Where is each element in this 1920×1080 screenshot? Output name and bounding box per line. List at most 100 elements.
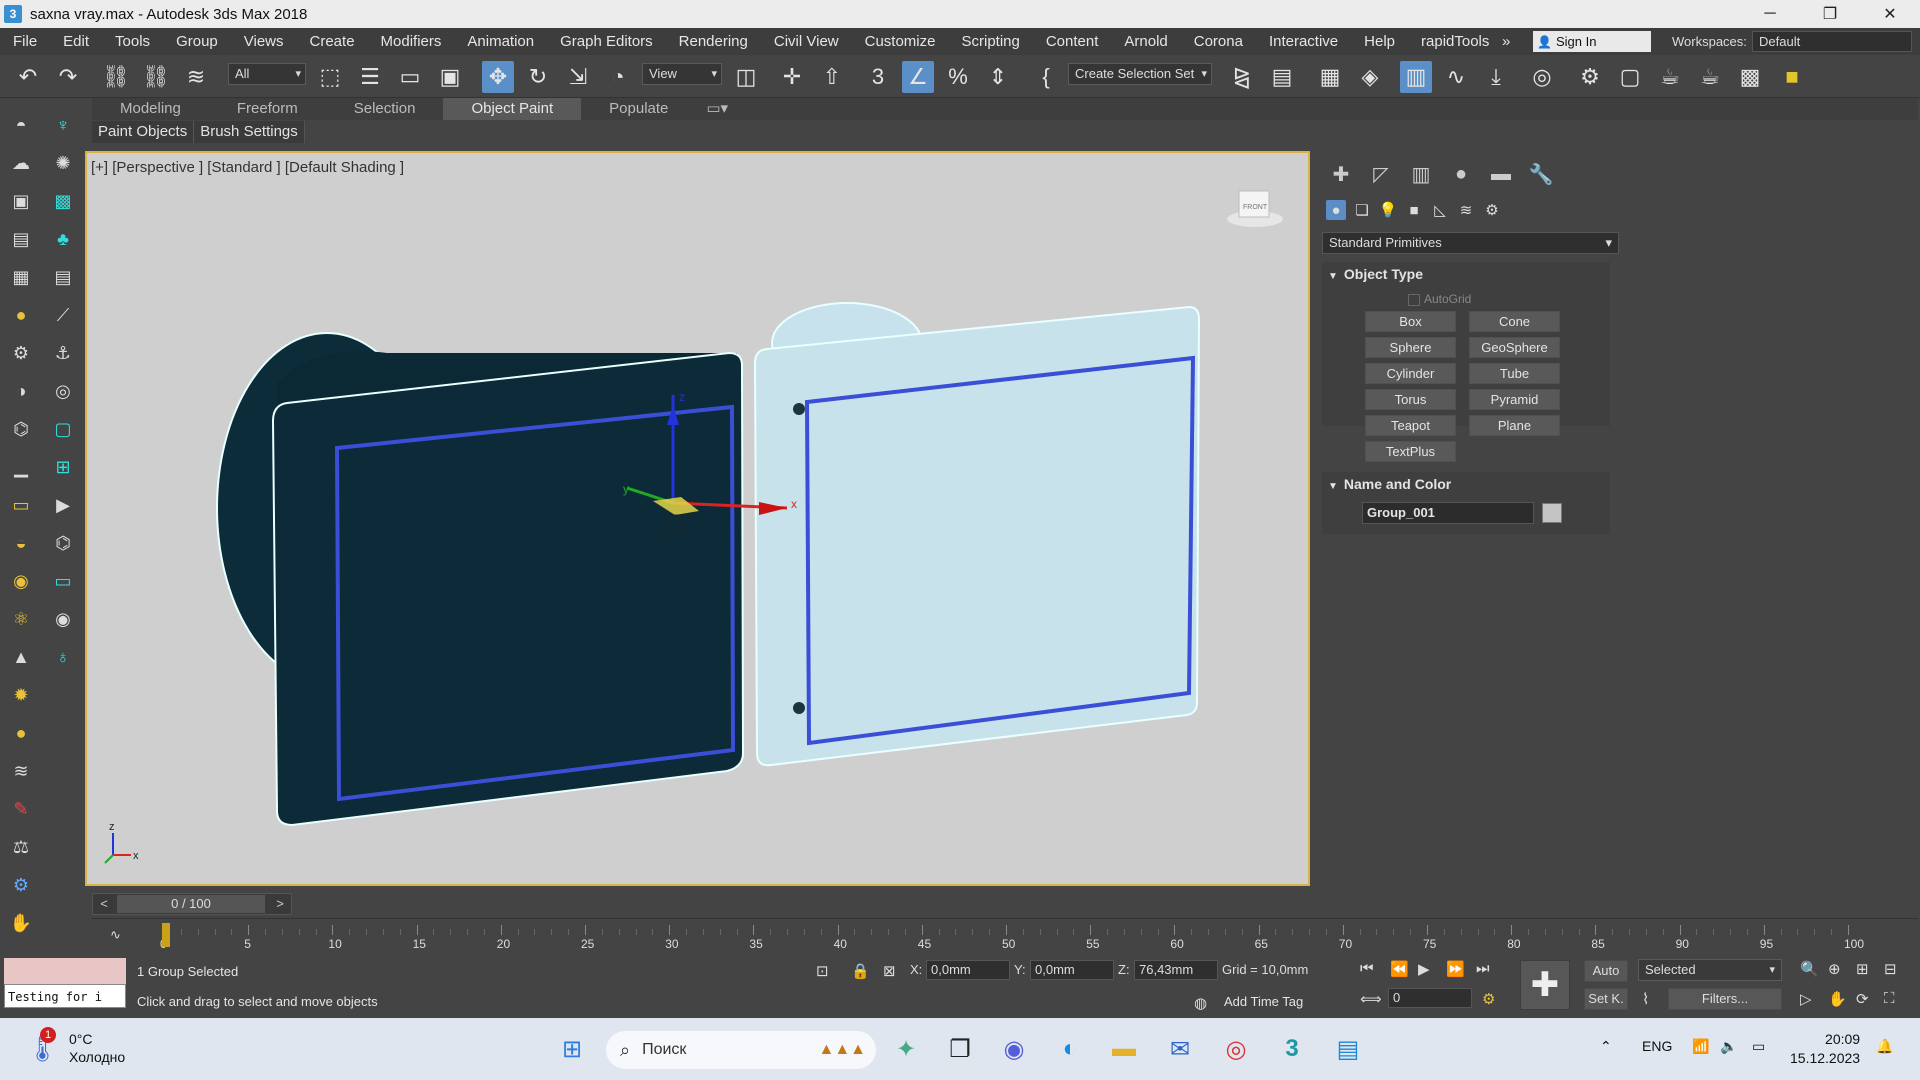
maxscript-input[interactable]: Testing for i xyxy=(4,984,126,1008)
hair-icon[interactable]: ≋ xyxy=(8,758,34,784)
time-tag-icon[interactable]: ◍ xyxy=(1194,994,1207,1012)
sign-in-dropdown[interactable]: 👤 Sign In xyxy=(1533,31,1651,52)
pin-icon[interactable]: ⟋ xyxy=(50,302,76,328)
time-cursor[interactable] xyxy=(162,923,170,947)
set-key-big-icon[interactable]: ✚ xyxy=(1520,960,1570,1010)
create-selection-set-dropdown[interactable]: Create Selection Set xyxy=(1068,63,1212,85)
object-color-swatch[interactable] xyxy=(1542,503,1562,523)
zoom-extents-all-icon[interactable]: ⊟ xyxy=(1884,960,1897,978)
play-icon[interactable]: ▶ xyxy=(50,492,76,518)
material-ball-icon[interactable]: ● xyxy=(8,302,34,328)
cameras-icon[interactable]: ⌬ xyxy=(50,530,76,556)
zoom-extents-icon[interactable]: ⊞ xyxy=(1856,960,1869,978)
dome-icon[interactable]: ◒ xyxy=(8,530,34,556)
menu-civil-view[interactable]: Civil View xyxy=(761,28,852,55)
close-button[interactable]: ✕ xyxy=(1860,0,1920,28)
render-activeshade-icon[interactable]: ☕ xyxy=(1694,61,1726,93)
3dsmax-taskbar-icon[interactable]: 3 xyxy=(1274,1031,1310,1067)
helpers-icon[interactable]: ◺ xyxy=(1430,200,1450,220)
keyboard-shortcut-override-icon[interactable]: ⇧ xyxy=(816,61,848,93)
spacewarps-icon[interactable]: ≋ xyxy=(1456,200,1476,220)
object-name-field[interactable]: Group_001 xyxy=(1362,502,1534,524)
go-to-end-icon[interactable]: ⏭ xyxy=(1476,960,1490,977)
select-and-move-icon[interactable]: ✥ xyxy=(482,61,514,93)
menu-help[interactable]: Help xyxy=(1351,28,1408,55)
object-type-header[interactable]: ▼ Object Type xyxy=(1322,262,1610,286)
plane-button[interactable]: Plane xyxy=(1469,415,1560,436)
ball-icon[interactable]: ◉ xyxy=(8,568,34,594)
render-production-icon[interactable]: ☕ xyxy=(1654,61,1686,93)
selected-set-dropdown[interactable]: Selected xyxy=(1638,959,1782,981)
lock-icon[interactable]: 🔒 xyxy=(851,962,870,980)
play-icon[interactable]: ▶ xyxy=(1418,960,1430,978)
motion-tab-icon[interactable]: ● xyxy=(1448,161,1474,187)
light-camera-body[interactable] xyxy=(753,302,1201,767)
tree-icon[interactable]: ♣ xyxy=(50,226,76,252)
camera-icon[interactable]: ▩ xyxy=(50,188,76,214)
tab-selection[interactable]: Selection xyxy=(326,98,444,120)
redo-icon[interactable]: ↷ xyxy=(52,61,84,93)
cameras-icon[interactable]: ■ xyxy=(1404,200,1424,220)
go-to-start-icon[interactable]: ⏮ xyxy=(1360,960,1374,977)
render-setup-icon[interactable]: ⚙ xyxy=(1574,61,1606,93)
rectangular-selection-icon[interactable]: ▭ xyxy=(394,61,426,93)
previous-frame-icon[interactable]: ⏪ xyxy=(1390,960,1409,978)
set-key-button[interactable]: Set K. xyxy=(1584,988,1628,1010)
rotate-icon[interactable]: ◎ xyxy=(50,378,76,404)
key-filters-button[interactable]: Filters... xyxy=(1668,988,1782,1010)
select-object-icon[interactable]: ⬚ xyxy=(314,61,346,93)
task-view-icon[interactable]: ❐ xyxy=(942,1031,978,1067)
isolate-selection-icon[interactable]: ⊡ xyxy=(816,962,829,980)
next-frame-button[interactable]: > xyxy=(269,894,291,914)
current-frame-field[interactable]: 0 xyxy=(1388,988,1472,1008)
box-button[interactable]: Box xyxy=(1365,311,1456,332)
window-icon[interactable]: ▭ xyxy=(8,492,34,518)
name-and-color-header[interactable]: ▼ Name and Color xyxy=(1322,472,1610,496)
link-icon[interactable]: ⛓ xyxy=(100,61,132,93)
utilities-wrench-icon[interactable]: 🔧 xyxy=(1528,161,1554,187)
torus-button[interactable]: Torus xyxy=(1365,389,1456,410)
windows-start-icon[interactable]: ⊞ xyxy=(554,1031,590,1067)
bulb-icon[interactable]: ♁ xyxy=(50,644,76,670)
time-slider[interactable]: < 0 / 100 > xyxy=(92,893,292,915)
workspace-select[interactable]: Default xyxy=(1752,31,1912,52)
render-in-cloud-icon[interactable]: ▩ xyxy=(1734,61,1766,93)
maxscript-listener[interactable]: Testing for i xyxy=(4,958,126,1014)
sphere-button[interactable]: Sphere xyxy=(1365,337,1456,358)
settings-cog-icon[interactable]: ⚙ xyxy=(8,872,34,898)
copilot-icon[interactable]: ✦ xyxy=(888,1031,924,1067)
hierarchy-tab-icon[interactable]: ▥ xyxy=(1408,161,1434,187)
language-indicator[interactable]: ENG xyxy=(1642,1038,1672,1054)
ribbon-options-icon[interactable]: ▭▾ xyxy=(696,98,738,120)
wifi-icon[interactable]: 📶 xyxy=(1692,1038,1709,1055)
show-hidden-icons-icon[interactable]: ⌃ xyxy=(1600,1038,1612,1055)
notepad-icon[interactable]: ▤ xyxy=(1330,1031,1366,1067)
align-icon[interactable]: ▤ xyxy=(1266,61,1298,93)
unlink-icon[interactable]: ⛓ xyxy=(140,61,172,93)
rendered-frame-window-icon[interactable]: ▢ xyxy=(1614,61,1646,93)
battery-icon[interactable]: ▭ xyxy=(1752,1038,1765,1055)
3dsmax-app-icon[interactable]: 3 xyxy=(4,5,22,23)
layer-explorer-icon[interactable]: ◈ xyxy=(1354,61,1386,93)
anchor-icon[interactable]: ⚓ xyxy=(50,340,76,366)
time-configuration-icon[interactable]: ⚙ xyxy=(1482,990,1495,1008)
teams-chat-icon[interactable]: ◉ xyxy=(996,1031,1032,1067)
select-and-rotate-icon[interactable]: ↻ xyxy=(522,61,554,93)
manipulate-icon[interactable]: ✛ xyxy=(776,61,808,93)
key-mode-toggle-icon[interactable]: ⟺ xyxy=(1360,990,1382,1008)
cube-icon[interactable]: ▢ xyxy=(50,416,76,442)
systems-icon[interactable]: ⚙ xyxy=(1482,200,1502,220)
y-coordinate-field[interactable]: 0,0mm xyxy=(1030,960,1114,980)
create-tab-plus-icon[interactable]: ✚ xyxy=(1328,161,1354,187)
track-bar[interactable]: ∿ 05101520253035404550556065707580859095… xyxy=(92,918,1918,952)
menu-rendering[interactable]: Rendering xyxy=(666,28,761,55)
menu-graph-editors[interactable]: Graph Editors xyxy=(547,28,666,55)
selection-filter-dropdown[interactable]: All xyxy=(228,63,306,85)
menu-create[interactable]: Create xyxy=(297,28,368,55)
tab-modeling[interactable]: Modeling xyxy=(92,98,209,120)
pivot-center-icon[interactable]: ◫ xyxy=(730,61,762,93)
x-coordinate-field[interactable]: 0,0mm xyxy=(926,960,1010,980)
cone-button[interactable]: Cone xyxy=(1469,311,1560,332)
brush-settings-panel[interactable]: Brush Settings xyxy=(194,121,305,143)
time-slider-thumb[interactable]: 0 / 100 xyxy=(117,895,265,913)
